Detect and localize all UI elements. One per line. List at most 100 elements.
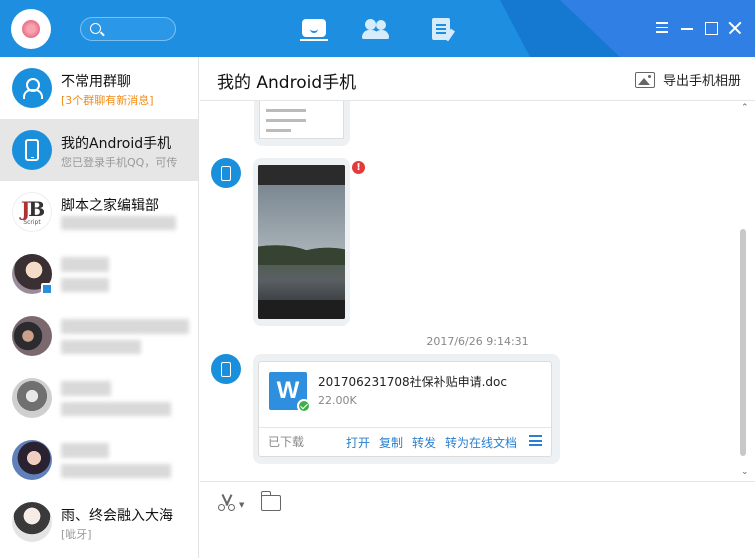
sender-phone-avatar[interactable]: [211, 354, 241, 384]
blurred-preview: [61, 340, 141, 354]
image-icon: [634, 71, 655, 88]
title-bar: [0, 0, 755, 57]
conversation-preview: [呲牙]: [61, 528, 92, 541]
send-failed-icon[interactable]: !: [352, 161, 365, 174]
image-thumbnail: [259, 101, 344, 139]
file-card[interactable]: W 201706231708社保补贴申请.doc 22.00K 已下载 打开 复…: [258, 361, 552, 457]
script-logo-text: Script: [23, 218, 41, 226]
minimize-icon[interactable]: [678, 19, 696, 37]
file-message: W 201706231708社保补贴申请.doc 22.00K 已下载 打开 复…: [253, 354, 560, 464]
thumbnail-line: [266, 109, 306, 112]
file-name: 201706231708社保补贴申请.doc: [318, 375, 507, 389]
thumbnail-line: [266, 119, 306, 122]
screenshot-image: [258, 165, 345, 319]
file-actions: 打开 复制 转发 转为在线文档: [346, 434, 517, 451]
blurred-name: [61, 319, 189, 334]
export-album-button[interactable]: 导出手机相册: [634, 70, 741, 89]
scissors-handle: [228, 504, 235, 511]
conversation-item[interactable]: 雨、终会融入大海 [呲牙]: [0, 491, 198, 553]
conversation-item[interactable]: [0, 429, 198, 491]
screenshot-toolbar: [258, 300, 345, 319]
screenshot-trees: [258, 235, 345, 265]
export-album-label: 导出手机相册: [662, 74, 741, 89]
conversation-item-active[interactable]: 我的Android手机 您已登录手机QQ，可传: [0, 119, 198, 181]
blurred-name: [61, 381, 111, 396]
phone-icon: [221, 361, 231, 377]
scissors-icon[interactable]: ▼: [218, 494, 246, 512]
tab-space[interactable]: [430, 17, 458, 42]
blurred-preview: [61, 464, 171, 478]
search-icon: [90, 23, 101, 34]
user-avatar[interactable]: [11, 9, 51, 49]
conversation-item[interactable]: 不常用群聊 [3个群聊有新消息]: [0, 57, 198, 119]
titlebar-decoration: [500, 0, 530, 57]
divider: [259, 427, 551, 428]
jb-logo: JB: [20, 196, 45, 221]
contact-avatar: [12, 502, 52, 542]
message-timestamp: 2017/6/26 9:14:31: [426, 335, 529, 348]
chat-bubble-icon: [302, 19, 326, 37]
blurred-preview: [61, 278, 109, 292]
sender-phone-avatar[interactable]: [211, 158, 241, 188]
tab-contacts[interactable]: [362, 17, 390, 41]
forward-link[interactable]: 转发: [412, 434, 436, 451]
contact-avatar: [12, 440, 52, 480]
scrollbar[interactable]: ⌃ ⌄: [738, 101, 752, 481]
flower-avatar-image: [22, 20, 40, 38]
copy-link[interactable]: 复制: [379, 434, 403, 451]
blurred-preview: [61, 402, 171, 416]
conversation-name: 脚本之家编辑部: [61, 198, 159, 214]
conversation-item[interactable]: [0, 367, 198, 429]
convert-online-doc-link[interactable]: 转为在线文档: [445, 434, 517, 451]
search-input[interactable]: [80, 17, 176, 41]
download-status: 已下载: [268, 435, 305, 449]
phone-icon: [25, 139, 39, 161]
mobile-online-badge: [41, 283, 53, 295]
word-icon-letter: W: [276, 377, 300, 404]
scroll-down-icon[interactable]: ⌄: [741, 467, 749, 477]
contact-avatar: [12, 378, 52, 418]
chat-header: 我的 Android手机 导出手机相册: [200, 57, 755, 101]
group-chat-avatar: [12, 68, 52, 108]
tab-messages[interactable]: [300, 17, 328, 41]
close-icon[interactable]: [726, 19, 744, 37]
conversation-item[interactable]: [0, 305, 198, 367]
conversation-item[interactable]: [0, 243, 198, 305]
blurred-preview: [61, 216, 176, 230]
check-icon: [297, 399, 311, 413]
contacts-icon: [365, 19, 376, 30]
contact-avatar: [12, 316, 52, 356]
image-message[interactable]: [253, 158, 350, 326]
titlebar-decoration: [560, 0, 620, 57]
scrollbar-thumb[interactable]: [740, 229, 746, 456]
phone-avatar: [12, 130, 52, 170]
blurred-name: [61, 257, 109, 272]
dropdown-arrow-icon: ▼: [239, 501, 245, 509]
screenshot-statusbar: [258, 165, 345, 185]
conversation-name: 不常用群聊: [61, 74, 131, 90]
chat-title: 我的 Android手机: [217, 73, 357, 93]
conversation-item[interactable]: JB Script 脚本之家编辑部: [0, 181, 198, 243]
conversation-name: 雨、终会融入大海: [61, 508, 173, 524]
previous-image-message[interactable]: [254, 101, 350, 146]
thumbnail-line: [266, 129, 291, 132]
conversation-list: 不常用群聊 [3个群聊有新消息] 我的Android手机 您已登录手机QQ，可传…: [0, 57, 199, 558]
active-tab-indicator: [300, 39, 328, 41]
menu-icon[interactable]: [653, 19, 671, 37]
blurred-name: [61, 443, 109, 458]
contacts-icon-body: [374, 30, 389, 39]
scissors-handle: [218, 504, 225, 511]
folder-icon[interactable]: [260, 491, 281, 511]
more-menu-icon[interactable]: [529, 435, 542, 446]
message-input-area[interactable]: ▼: [200, 481, 755, 558]
file-size: 22.00K: [318, 394, 357, 407]
conversation-preview: [3个群聊有新消息]: [61, 94, 154, 107]
word-doc-icon: W: [269, 372, 311, 413]
jb51-avatar: JB Script: [12, 192, 52, 232]
scroll-up-icon[interactable]: ⌃: [741, 103, 749, 113]
open-link[interactable]: 打开: [346, 434, 370, 451]
conversation-preview: 您已登录手机QQ，可传: [61, 156, 178, 169]
contacts-icon-head: [376, 20, 386, 30]
maximize-icon[interactable]: [702, 19, 720, 37]
group-icon: [23, 78, 43, 99]
